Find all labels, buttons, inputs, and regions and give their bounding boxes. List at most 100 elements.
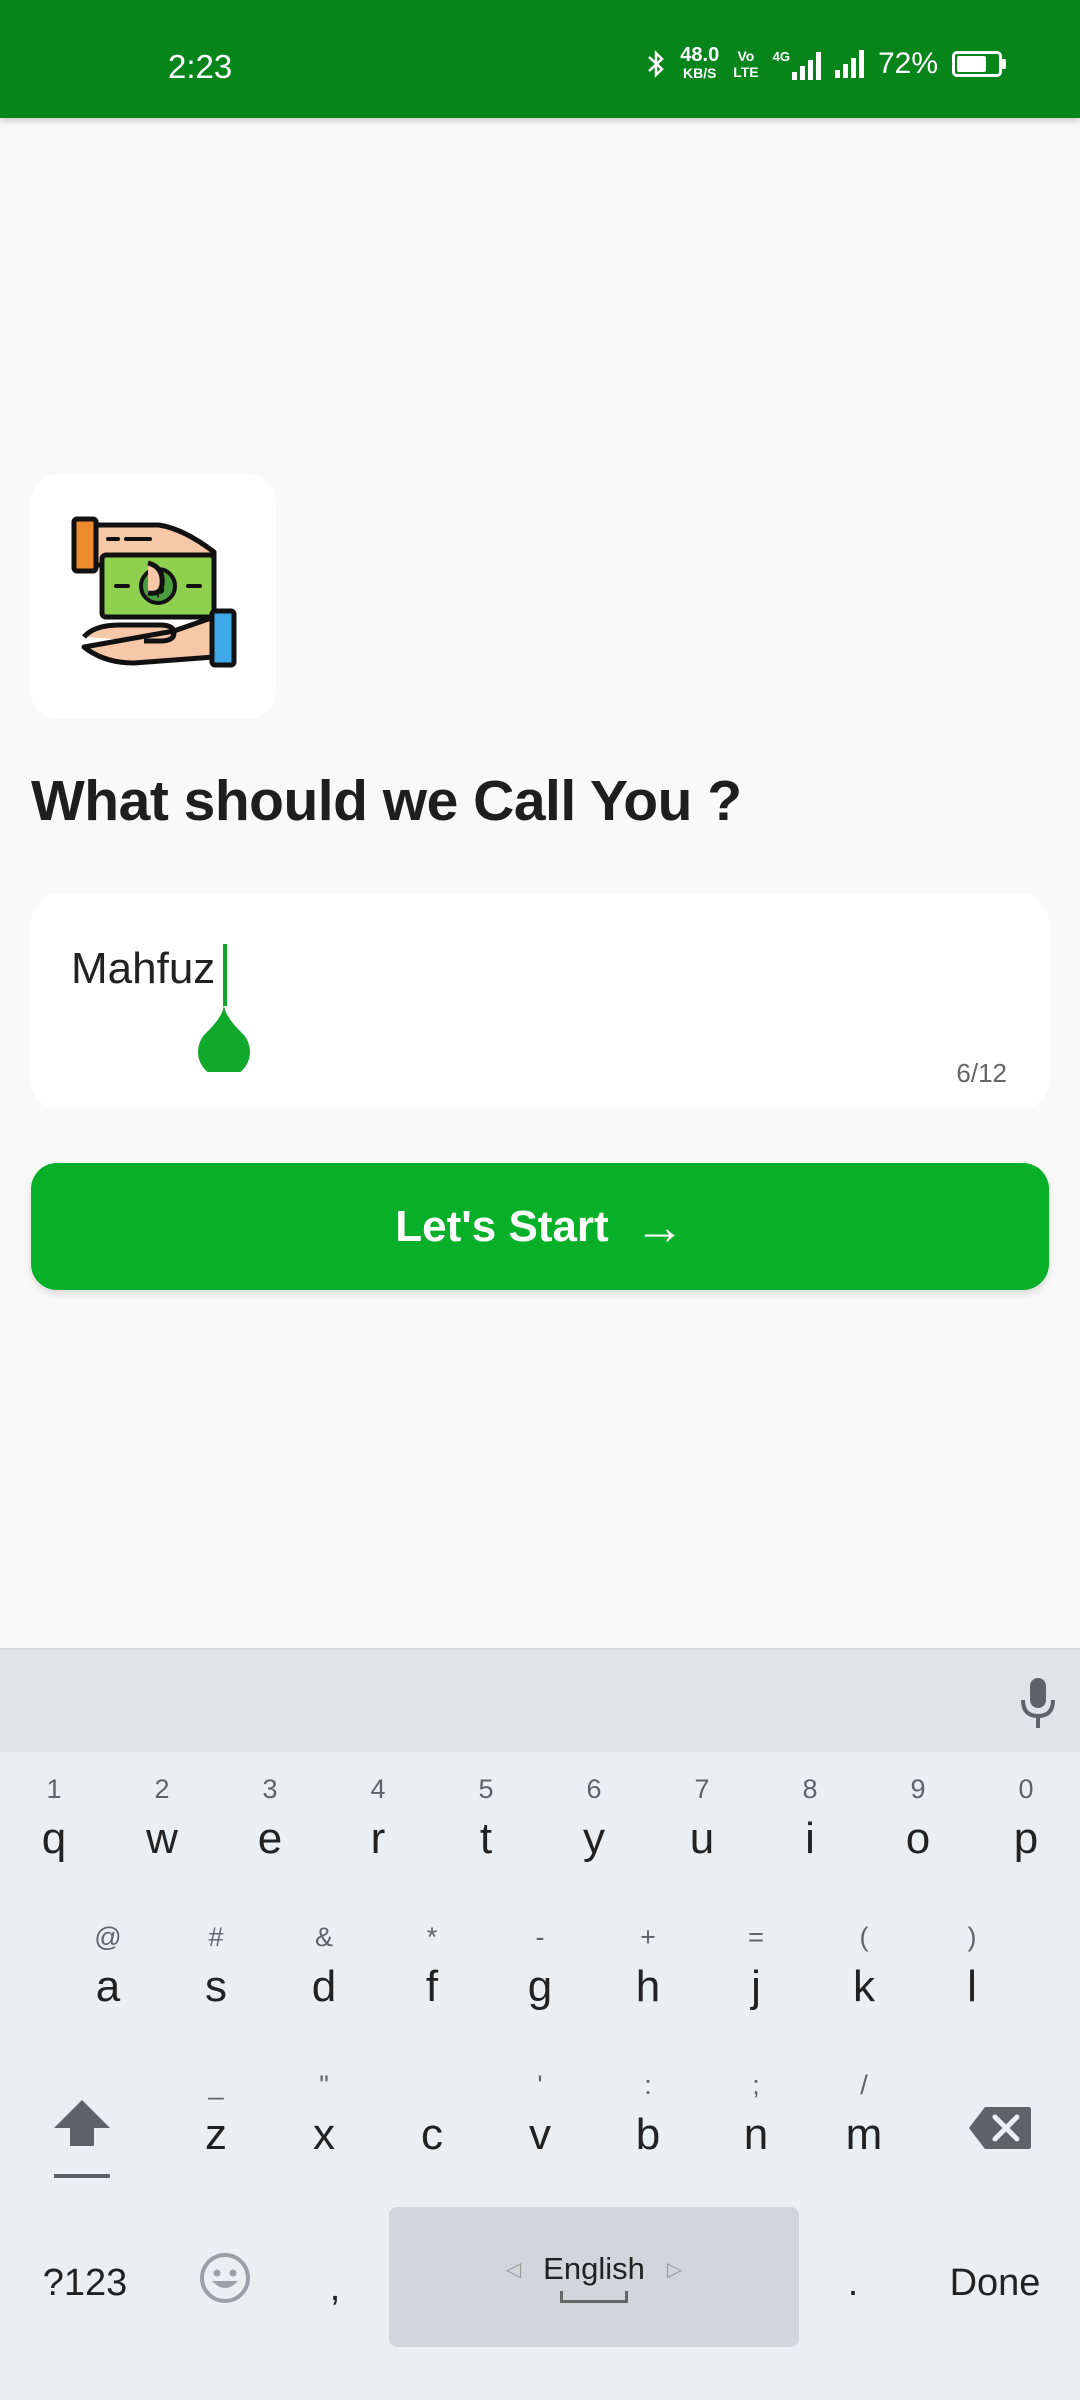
key-g[interactable]: -g [486, 1916, 594, 2036]
shift-key[interactable] [22, 2078, 142, 2198]
key-label: t [479, 1814, 493, 1863]
key-i[interactable]: 8i [756, 1768, 864, 1888]
key-hint: 7 [694, 1774, 710, 1804]
key-label: f [425, 1962, 439, 2011]
caret-right-icon: ▷ [666, 2258, 683, 2281]
backspace-icon [969, 2107, 1031, 2149]
key-f[interactable]: * f [378, 1916, 486, 2036]
key-label: d [311, 1962, 337, 2011]
key-hint: 9 [910, 1774, 926, 1804]
key-label: e [257, 1814, 283, 1863]
key-v[interactable]: ' v [486, 2064, 594, 2184]
key-label: n [743, 2110, 769, 2159]
key-label: i [805, 1814, 815, 1863]
key-label: w [146, 1814, 178, 1863]
key-p[interactable]: 0p [972, 1768, 1080, 1888]
key-hint: ; [752, 2070, 760, 2100]
key-hint: _ [208, 2070, 224, 2100]
comma-key[interactable]: , [290, 2238, 380, 2338]
key-d[interactable]: & d [270, 1916, 378, 2036]
emoji-key[interactable] [180, 2228, 270, 2328]
key-hint: : [644, 2070, 652, 2100]
status-time: 2:23 [168, 48, 233, 85]
key-hint: ' [537, 2070, 543, 2100]
key-x[interactable]: " x [270, 2064, 378, 2184]
status-icons: 48.0 KB/S Vo LTE 4G 72% [646, 44, 1006, 82]
character-counter: 6/12 [956, 1058, 1007, 1088]
key-hint: 1 [46, 1774, 62, 1804]
app-logo-card: $ [31, 474, 276, 719]
battery-icon [952, 51, 1006, 77]
key-n[interactable]: ; n [702, 2064, 810, 2184]
key-label: x [313, 2110, 335, 2159]
key-k[interactable]: (k [810, 1916, 918, 2036]
microphone-icon[interactable] [1018, 1676, 1058, 1730]
key-label: v [529, 2110, 551, 2159]
done-key[interactable]: Done [920, 2233, 1070, 2333]
key-hint: 5 [478, 1774, 494, 1804]
key-z[interactable]: _ z [162, 2064, 270, 2184]
key-hint: + [640, 1922, 656, 1952]
battery-percent: 72% [877, 47, 938, 80]
status-bar: 2:23 48.0 KB/S Vo LTE 4G 72% [0, 0, 1080, 118]
backspace-key[interactable] [940, 2068, 1060, 2188]
space-bar-icon [560, 2291, 628, 2303]
caret-left-icon: ◁ [505, 2258, 522, 2281]
key-s[interactable]: # s [162, 1916, 270, 2036]
key-label: a [95, 1962, 121, 2011]
key-hint: 8 [802, 1774, 818, 1804]
key-y[interactable]: 6y [540, 1768, 648, 1888]
arrow-right-icon: → [634, 1198, 685, 1255]
money-exchange-hands-icon: $ [71, 516, 236, 667]
keyboard-suggestion-bar [0, 1648, 1080, 1752]
lets-start-label: Let's Start [395, 1201, 609, 1251]
key-q[interactable]: 1q [0, 1768, 108, 1888]
space-key[interactable]: ◁ English ▷ [389, 2207, 799, 2347]
name-input-card[interactable]: 6/12 [31, 894, 1049, 1109]
key-r[interactable]: 4r [324, 1768, 432, 1888]
key-label: b [635, 2110, 661, 2159]
page-title: What should we Call You ? [31, 769, 742, 833]
key-hint: = [748, 1922, 764, 1952]
space-label: English [543, 2251, 645, 2286]
key-label: z [205, 2110, 227, 2159]
symbols-key[interactable]: ?123 [20, 2233, 150, 2333]
text-cursor [223, 944, 227, 1006]
key-c[interactable]: c [378, 2064, 486, 2184]
key-hint: / [860, 2070, 868, 2100]
key-label: j [751, 1962, 761, 2011]
key-m[interactable]: / m [810, 2064, 918, 2184]
key-label: h [635, 1962, 661, 2011]
soft-keyboard: 1q2w3e4r5t6y7u8i9o0p @ a # s & d * f - g + h = j(k) l … [0, 1648, 1080, 2400]
period-key[interactable]: . [808, 2233, 898, 2333]
key-label: k [853, 1962, 875, 2011]
key-w[interactable]: 2w [108, 1768, 216, 1888]
network-speed: 48.0 KB/S [680, 44, 720, 81]
key-label: q [41, 1814, 67, 1863]
key-u[interactable]: 7u [648, 1768, 756, 1888]
signal-4g-icon: 4G [773, 49, 821, 80]
signal-strength-icon [834, 50, 864, 78]
key-hint: ( [859, 1922, 869, 1952]
key-o[interactable]: 9o [864, 1768, 972, 1888]
lets-start-button[interactable]: Let's Start → [31, 1163, 1049, 1290]
key-label: u [689, 1814, 715, 1863]
key-e[interactable]: 3e [216, 1768, 324, 1888]
volte-indicator: Vo LTE [733, 48, 759, 80]
key-h[interactable]: + h [594, 1916, 702, 2036]
key-label: o [905, 1814, 931, 1863]
key-label: s [205, 1962, 227, 2011]
key-hint: 3 [262, 1774, 278, 1804]
key-label: c [421, 2110, 443, 2159]
cursor-handle-icon[interactable] [195, 1004, 253, 1072]
key-t[interactable]: 5t [432, 1768, 540, 1888]
key-b[interactable]: :b [594, 2064, 702, 2184]
key-j[interactable]: = j [702, 1916, 810, 2036]
key-a[interactable]: @ a [54, 1916, 162, 2036]
key-l[interactable]: ) l [918, 1916, 1026, 2036]
emoji-icon [200, 2253, 250, 2303]
name-input[interactable] [71, 944, 871, 994]
key-hint: " [319, 2070, 329, 2100]
key-hint: ) [967, 1922, 977, 1952]
key-hint: 4 [370, 1774, 386, 1804]
